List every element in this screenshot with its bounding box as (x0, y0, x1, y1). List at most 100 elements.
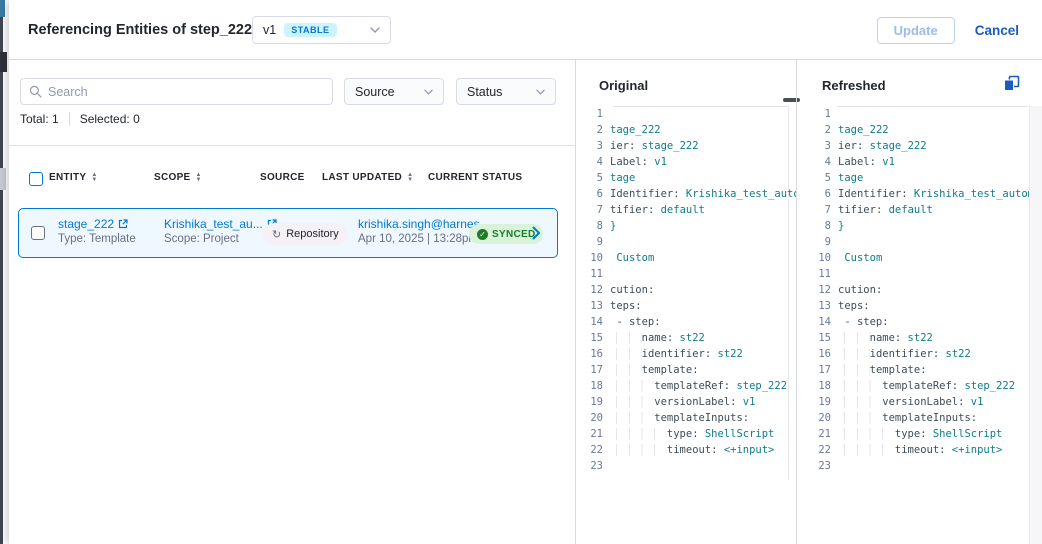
column-header-entity[interactable]: ENTITY ▲▼ (49, 172, 98, 183)
code-line: 21 type: ShellScript (797, 426, 1042, 442)
divider (9, 145, 575, 146)
source-filter-dropdown[interactable]: Source (344, 78, 444, 105)
copy-icon[interactable] (1003, 75, 1020, 92)
version-label: v1 (263, 23, 276, 37)
line-number: 6 (797, 186, 838, 202)
code-line: 19 versionLabel: v1 (797, 394, 1042, 410)
code-line: 12 execution: (797, 282, 1042, 298)
line-number: 8 (797, 218, 838, 234)
page-title: Referencing Entities of step_222 (28, 22, 252, 38)
line-number: 4 (797, 154, 838, 170)
entities-list-panel: Source Status Total: 1 Selected: 0 ENTIT… (9, 60, 575, 544)
code-line: 9 spec: (797, 234, 1042, 250)
search-icon (29, 85, 42, 98)
line-number: 13 (576, 298, 610, 314)
code-line: 22 timeout: <+input> (797, 442, 1042, 458)
code-line: 6 projectIdentifier: Krishika_test_autom… (576, 186, 796, 202)
code-line: 2 name: stage_222 (576, 122, 796, 138)
line-number: 5 (576, 170, 610, 186)
background-sidebar-strip (0, 17, 3, 544)
line-number: 18 (576, 378, 610, 394)
code-line: 20 templateInputs: (576, 410, 796, 426)
code-line: 13 steps: (797, 298, 1042, 314)
code-line: 8 tags: {} (797, 218, 1042, 234)
search-input[interactable] (48, 85, 324, 99)
code-line: 6 projectIdentifier: Krishika_test_autom… (797, 186, 1042, 202)
update-button[interactable]: Update (877, 17, 955, 44)
line-number: 16 (797, 346, 838, 362)
code-line: 17 template: (576, 362, 796, 378)
column-header-last-updated[interactable]: LAST UPDATED ▲▼ (322, 172, 413, 183)
refreshed-code-editor[interactable]: 1template:2 name: stage_2223 identifier:… (797, 106, 1042, 544)
select-all-checkbox[interactable] (29, 172, 43, 186)
status-label: SYNCED (492, 229, 535, 240)
status-filter-dropdown[interactable]: Status (456, 78, 556, 105)
code-line: 23 (576, 458, 796, 474)
chevron-right-icon[interactable] (532, 226, 541, 240)
refreshed-panel-header: Refreshed (797, 60, 1042, 106)
table-row[interactable]: stage_222 Type: Template Krishika_test_a… (18, 208, 558, 258)
background-header-strip (0, 0, 5, 17)
entity-link[interactable]: stage_222 (58, 217, 136, 231)
line-number: 20 (797, 410, 838, 426)
code-line: 12 execution: (576, 282, 796, 298)
totals-row: Total: 1 Selected: 0 (20, 112, 140, 126)
line-number: 9 (576, 234, 610, 250)
code-line: 23 (797, 458, 1042, 474)
chevron-down-icon (424, 89, 433, 95)
code-line: 4 versionLabel: v1 (576, 154, 796, 170)
header-actions: Update Cancel (877, 17, 1019, 44)
original-code-editor[interactable]: 1template:2 name: stage_2223 identifier:… (576, 106, 796, 544)
code-line: 14 - step: (797, 314, 1042, 330)
line-number: 23 (576, 458, 610, 474)
divider (69, 112, 70, 126)
code-line: 10 type: Custom (797, 250, 1042, 266)
scope-cell: Krishika_test_au... Scope: Project (164, 217, 277, 245)
line-number: 11 (576, 266, 610, 282)
line-number: 6 (576, 186, 610, 202)
line-number: 15 (797, 330, 838, 346)
line-number: 15 (576, 330, 610, 346)
code-line: 16 identifier: st22 (576, 346, 796, 362)
line-number: 7 (797, 202, 838, 218)
line-number: 16 (576, 346, 610, 362)
line-number: 2 (797, 122, 838, 138)
line-number: 3 (797, 138, 838, 154)
refreshed-title: Refreshed (822, 78, 886, 93)
original-title: Original (599, 78, 648, 93)
line-number: 14 (576, 314, 610, 330)
scope-link[interactable]: Krishika_test_au... (164, 217, 277, 231)
row-checkbox[interactable] (31, 226, 45, 240)
column-header-source: SOURCE (260, 172, 305, 183)
line-number: 22 (576, 442, 610, 458)
line-number: 12 (576, 282, 610, 298)
scope-sub: Scope: Project (164, 233, 277, 245)
line-number: 20 (576, 410, 610, 426)
column-header-scope[interactable]: SCOPE ▲▼ (154, 172, 202, 183)
background-page-sliver (0, 0, 9, 544)
vertical-scrollbar-track[interactable] (1029, 106, 1042, 544)
code-line: 13 steps: (576, 298, 796, 314)
sort-icon: ▲▼ (91, 173, 97, 183)
sort-icon: ▲▼ (407, 173, 413, 183)
line-number: 1 (576, 106, 610, 122)
line-number: 9 (797, 234, 838, 250)
cancel-button[interactable]: Cancel (975, 23, 1019, 38)
version-dropdown[interactable]: v1 STABLE (252, 16, 391, 44)
code-line: 10 type: Custom (576, 250, 796, 266)
source-filter-label: Source (355, 85, 395, 99)
entity-type: Type: Template (58, 233, 136, 245)
line-number: 1 (797, 106, 838, 122)
line-number: 22 (797, 442, 838, 458)
code-line: 1template: (797, 106, 1042, 122)
line-number: 10 (797, 250, 838, 266)
line-number: 10 (576, 250, 610, 266)
external-link-icon (118, 219, 128, 229)
code-line: 3 identifier: stage_222 (576, 138, 796, 154)
line-number: 2 (576, 122, 610, 138)
source-chip-label: Repository (286, 228, 339, 240)
sort-icon: ▲▼ (196, 173, 202, 183)
line-number: 14 (797, 314, 838, 330)
code-line: 18 templateRef: step_222 (576, 378, 796, 394)
line-number: 4 (576, 154, 610, 170)
